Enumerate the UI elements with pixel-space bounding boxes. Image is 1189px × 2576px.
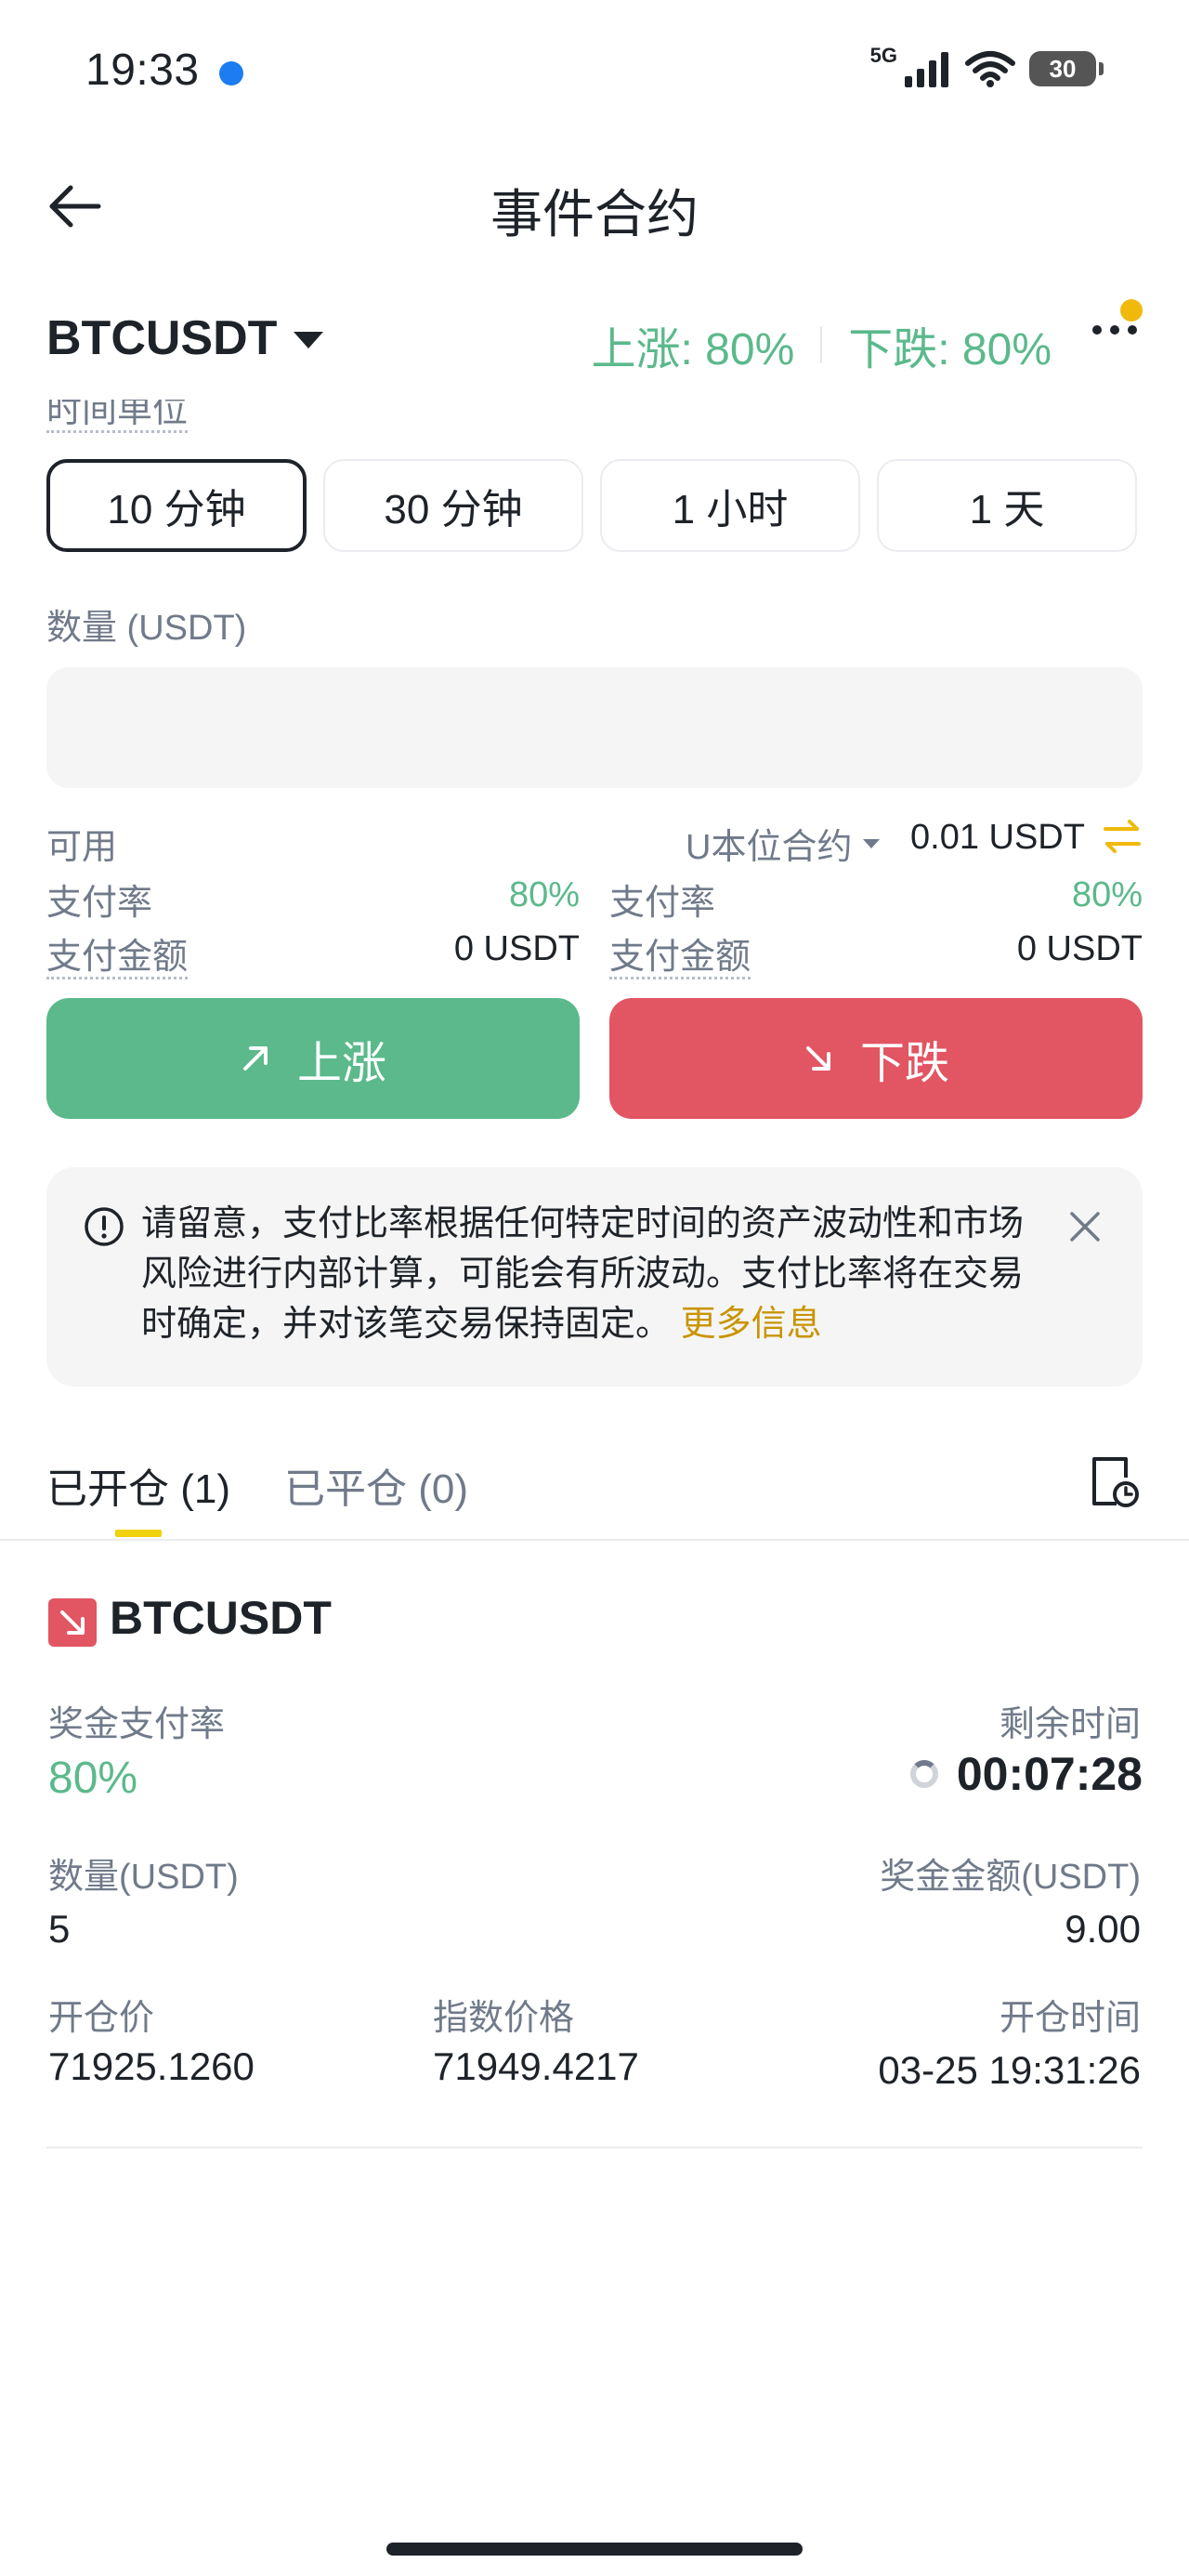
signal-icon bbox=[905, 52, 948, 87]
down-ratio: 下跌: 80% bbox=[848, 325, 1052, 375]
tab-closed-positions[interactable]: 已平仓 (0) bbox=[284, 1455, 468, 1515]
contract-type-selector[interactable]: U本位合约 bbox=[686, 818, 881, 869]
notification-dot bbox=[1120, 299, 1143, 322]
available-label: 可用 bbox=[46, 828, 118, 867]
ratio-divider bbox=[820, 326, 823, 363]
remaining-time: 00:07:28 bbox=[909, 1747, 1143, 1801]
status-time: 19:33 bbox=[85, 46, 200, 95]
arrow-down-right-icon bbox=[805, 1046, 830, 1071]
down-payout-amount-label: 支付金额 bbox=[609, 927, 751, 979]
arrow-up-right-icon bbox=[242, 1046, 268, 1071]
open-price-value: 71925.1260 bbox=[48, 2044, 255, 2088]
time-option-1d[interactable]: 1 天 bbox=[877, 459, 1137, 552]
quantity-input[interactable] bbox=[46, 667, 1143, 788]
open-time-label: 开仓时间 bbox=[999, 1999, 1141, 2038]
bonus-amount-value: 9.00 bbox=[1065, 1907, 1141, 1951]
contract-type-label: U本位合约 bbox=[686, 828, 853, 867]
payout-rate-label: 奖金支付率 bbox=[48, 1705, 226, 1744]
time-option-10m[interactable]: 10 分钟 bbox=[46, 459, 307, 552]
history-icon[interactable] bbox=[1089, 1453, 1139, 1509]
more-info-link[interactable]: 更多信息 bbox=[681, 1305, 822, 1344]
caret-down-icon bbox=[863, 838, 881, 848]
open-price-label: 开仓价 bbox=[48, 1999, 155, 2038]
down-payout-rate-label: 支付率 bbox=[609, 884, 716, 923]
app-notification-icon bbox=[219, 61, 243, 85]
tabs-divider bbox=[0, 1539, 1189, 1541]
network-label: 5G bbox=[869, 44, 897, 67]
sentiment-ratios: 上涨: 80% 下跌: 80% bbox=[592, 312, 1052, 377]
time-unit-label: 时间单位 bbox=[46, 400, 195, 433]
close-icon[interactable] bbox=[1068, 1210, 1102, 1243]
down-button[interactable]: 下跌 bbox=[609, 998, 1143, 1119]
time-options: 10 分钟 30 分钟 1 小时 1 天 bbox=[46, 459, 1137, 552]
up-payout-amount: 0 USDT bbox=[453, 929, 580, 968]
tab-open-positions[interactable]: 已开仓 (1) bbox=[46, 1455, 230, 1515]
down-payout-rate: 80% bbox=[1071, 875, 1143, 914]
notice-text: 请留意，支付比率根据任何特定时间的资产波动性和市场风险进行内部计算，可能会有所波… bbox=[141, 1199, 1052, 1349]
home-indicator[interactable] bbox=[386, 2543, 803, 2556]
quantity-value: 5 bbox=[48, 1907, 71, 1951]
bonus-amount-label: 奖金金额(USDT) bbox=[880, 1858, 1141, 1897]
available-value: 0.01 USDT bbox=[910, 818, 1085, 857]
battery-icon: 30 bbox=[1029, 51, 1104, 86]
up-button[interactable]: 上涨 bbox=[46, 998, 580, 1119]
index-price-label: 指数价格 bbox=[433, 1999, 575, 2038]
open-time-value: 03-25 19:31:26 bbox=[878, 2048, 1141, 2092]
status-icons: 5G 30 bbox=[870, 44, 1104, 87]
page-title: 事件合约 bbox=[490, 185, 699, 243]
wifi-icon bbox=[965, 51, 1015, 87]
remaining-time-label: 剩余时间 bbox=[999, 1705, 1141, 1744]
loading-spinner-icon bbox=[909, 1760, 938, 1788]
pair-label: BTCUSDT bbox=[46, 311, 278, 365]
info-icon bbox=[85, 1207, 124, 1246]
time-option-30m[interactable]: 30 分钟 bbox=[323, 459, 583, 552]
quantity-label: 数量 (USDT) bbox=[46, 609, 247, 648]
tab-indicator bbox=[115, 1530, 162, 1537]
transfer-icon[interactable] bbox=[1102, 816, 1143, 857]
position-divider bbox=[46, 2147, 1143, 2149]
quantity-label: 数量(USDT) bbox=[48, 1858, 239, 1897]
up-button-label: 上涨 bbox=[296, 1039, 386, 1088]
down-button-label: 下跌 bbox=[859, 1039, 949, 1088]
up-payout-amount-label: 支付金额 bbox=[46, 927, 189, 979]
up-payout-rate: 80% bbox=[508, 875, 580, 914]
remaining-time-value: 00:07:28 bbox=[956, 1748, 1143, 1800]
pair-selector[interactable]: BTCUSDT bbox=[46, 310, 324, 366]
time-option-1h[interactable]: 1 小时 bbox=[600, 459, 860, 552]
more-icon[interactable] bbox=[1092, 325, 1137, 335]
payout-rate-value: 80% bbox=[48, 1754, 138, 1803]
up-payout-rate-label: 支付率 bbox=[46, 884, 153, 923]
notice-message: 请留意，支付比率根据任何特定时间的资产波动性和市场风险进行内部计算，可能会有所波… bbox=[141, 1204, 1025, 1344]
direction-down-icon bbox=[48, 1598, 97, 1647]
caret-down-icon bbox=[294, 332, 324, 348]
position-symbol: BTCUSDT bbox=[110, 1592, 332, 1644]
up-ratio: 上涨: 80% bbox=[591, 325, 795, 375]
down-payout-amount: 0 USDT bbox=[1016, 929, 1143, 968]
index-price-value: 71949.4217 bbox=[433, 2044, 639, 2088]
